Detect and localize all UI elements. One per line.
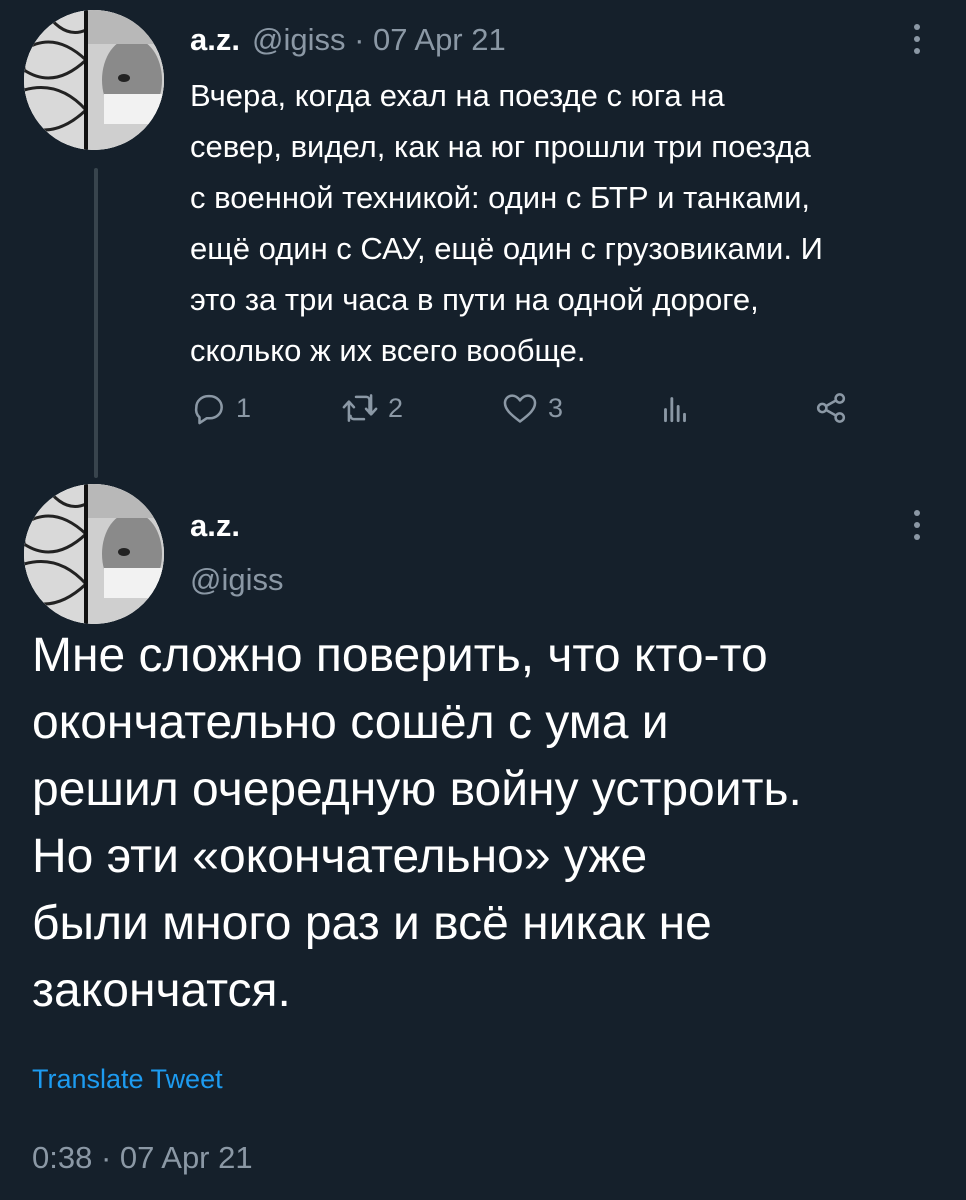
avatar-image (24, 10, 164, 150)
like-icon (503, 394, 537, 423)
retweet-count: 2 (388, 392, 404, 423)
avatar[interactable] (24, 484, 164, 624)
more-icon[interactable] (909, 24, 925, 54)
reply-count: 1 (236, 392, 252, 423)
share-button[interactable] (812, 386, 850, 430)
author-name[interactable]: a.z. (190, 508, 240, 544)
tweet-text: Вчера, когда ехал на поезде с юга на сев… (190, 78, 823, 368)
thread-line (94, 168, 98, 478)
parent-tweet[interactable]: a.z. @igiss · 07 Apr 21 Вчера, когда еха… (0, 0, 966, 480)
author-name[interactable]: a.z. (190, 22, 240, 58)
reply-icon (194, 394, 223, 425)
author-handle-date[interactable]: @igiss · 07 Apr 21 (252, 22, 506, 58)
author-handle[interactable]: @igiss (190, 562, 283, 598)
translate-tweet-link[interactable]: Translate Tweet (32, 1064, 223, 1095)
like-button[interactable]: 3 (500, 386, 563, 430)
share-icon (816, 393, 846, 423)
analytics-icon (664, 397, 686, 423)
avatar-image (24, 484, 164, 624)
main-tweet: a.z. @igiss Мне сложно поверить, что кто… (0, 480, 966, 1200)
more-icon[interactable] (909, 510, 925, 540)
tweet-actions: 1 2 3 (190, 386, 870, 430)
tweet-text: Мне сложно поверить, что кто-то окончате… (32, 629, 802, 1017)
retweet-button[interactable]: 2 (340, 386, 403, 430)
tweet-thread-page: a.z. @igiss · 07 Apr 21 Вчера, когда еха… (0, 0, 966, 1200)
avatar[interactable] (24, 10, 164, 150)
reply-button[interactable]: 1 (190, 386, 251, 430)
tweet-timestamp[interactable]: 0:38 · 07 Apr 21 (32, 1140, 253, 1176)
retweet-icon (342, 394, 378, 422)
like-count: 3 (548, 392, 564, 423)
tweet-header: a.z. @igiss · 07 Apr 21 (190, 18, 506, 62)
analytics-button[interactable] (656, 386, 694, 430)
